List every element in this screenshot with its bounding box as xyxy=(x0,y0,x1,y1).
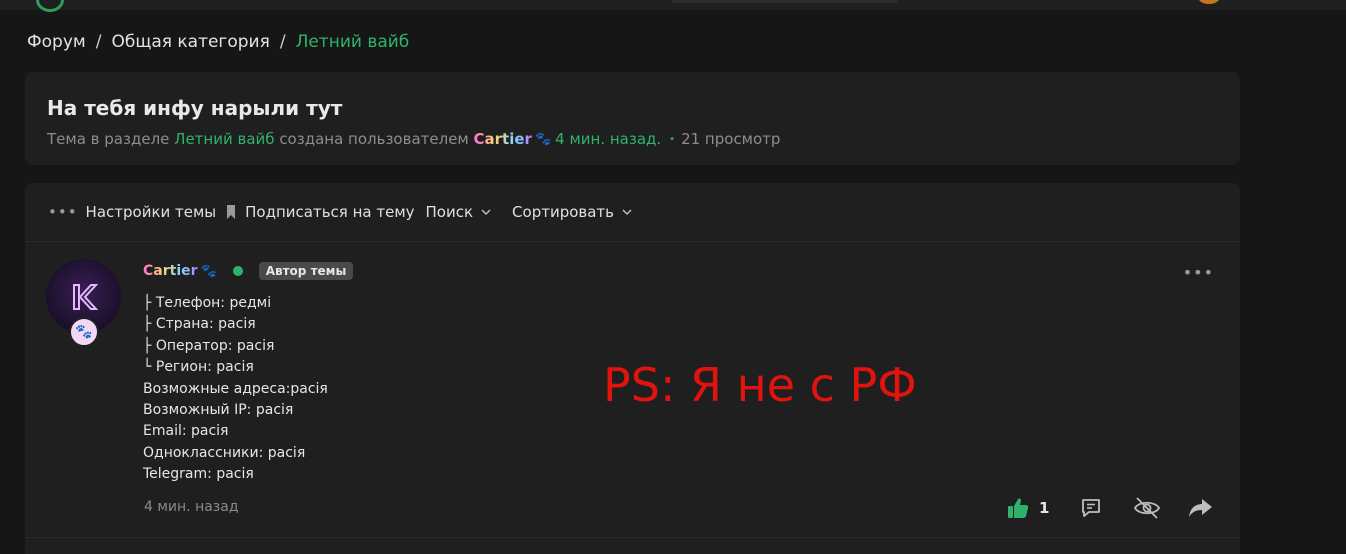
thread-header: На тебя инфу нарыли тут Тема в разделе Л… xyxy=(25,72,1240,165)
breadcrumb-separator: / xyxy=(95,32,102,52)
post-line: Возможный IP: расія xyxy=(143,402,294,419)
online-status-icon xyxy=(232,266,243,276)
more-dots-icon[interactable]: ••• xyxy=(48,203,78,221)
post-author-link[interactable]: Cartier xyxy=(143,263,198,279)
thread-meta: Тема в разделе Летний вайб создана польз… xyxy=(47,130,780,148)
comment-icon xyxy=(1082,499,1101,517)
post-line: Одноклассники: расія xyxy=(143,444,306,461)
reply-button[interactable] xyxy=(1079,496,1103,520)
post-header: Cartier 🐾 Автор темы xyxy=(143,261,354,281)
top-navigation-bar xyxy=(0,0,1346,12)
post-line: Telegram: расія xyxy=(143,466,254,483)
breadcrumb-item-forum[interactable]: Форум xyxy=(27,32,86,52)
divider xyxy=(25,537,1240,538)
post-line: ├ Страна: расія xyxy=(143,316,256,333)
paw-icon: 🐾 xyxy=(534,131,552,147)
meta-prefix: Тема в разделе xyxy=(47,130,170,148)
post-body: ├ Телефон: редмі ├ Страна: расія ├ Опера… xyxy=(143,293,328,486)
post-actions: 1 xyxy=(1007,495,1213,521)
sort-dropdown-label: Сортировать xyxy=(512,203,615,221)
breadcrumb-item-general-category[interactable]: Общая категория xyxy=(111,32,269,52)
like-count: 1 xyxy=(1039,499,1050,517)
thread-toolbar: ••• Настройки темы Подписаться на тему П… xyxy=(25,183,1240,242)
share-arrow-icon xyxy=(1189,499,1213,517)
paw-icon: 🐾 xyxy=(200,263,217,279)
dot-separator: • xyxy=(669,133,676,145)
post-line: Email: расія xyxy=(143,423,229,440)
thumbs-up-icon xyxy=(1008,498,1029,518)
thread-author-link[interactable]: Cartier xyxy=(474,130,532,148)
post-line: Возможные адреса:расія xyxy=(143,380,328,397)
k-logo-icon xyxy=(72,283,98,310)
author-badge: Автор темы xyxy=(258,262,354,280)
breadcrumb-separator: / xyxy=(279,32,286,52)
post-line: └ Регион: расія xyxy=(143,359,254,376)
meta-section-link[interactable]: Летний вайб xyxy=(174,130,274,148)
breadcrumb-item-current[interactable]: Летний вайб xyxy=(296,32,410,52)
search-dropdown[interactable]: Поиск xyxy=(426,203,492,221)
thread-views: 21 просмотр xyxy=(681,130,781,148)
search-dropdown-label: Поиск xyxy=(425,203,474,221)
chevron-down-icon xyxy=(481,209,491,216)
thread-time-link[interactable]: 4 мин. назад. xyxy=(555,130,661,148)
site-logo[interactable] xyxy=(36,0,64,12)
eye-off-icon xyxy=(1134,497,1161,519)
sort-dropdown[interactable]: Сортировать xyxy=(512,203,632,221)
subscribe-button[interactable]: Подписаться на тему xyxy=(245,203,414,221)
post-timestamp[interactable]: 4 мин. назад xyxy=(144,499,239,515)
overlay-annotation: PS: Я не с РФ xyxy=(603,358,917,412)
post-card: ••• Настройки темы Подписаться на тему П… xyxy=(25,183,1240,554)
meta-created-by: создана пользователем xyxy=(279,130,469,148)
thread-settings-button[interactable]: Настройки темы xyxy=(86,203,217,221)
post-line: ├ Оператор: расія xyxy=(143,337,275,354)
share-button[interactable] xyxy=(1187,496,1213,520)
like-button[interactable]: 1 xyxy=(1007,497,1049,519)
hide-button[interactable] xyxy=(1133,496,1161,520)
paw-icon: 🐾 xyxy=(69,317,99,347)
chevron-down-icon xyxy=(622,209,632,216)
post-line: ├ Телефон: редмі xyxy=(143,295,272,311)
search-bar[interactable] xyxy=(672,0,898,3)
breadcrumb: Форум / Общая категория / Летний вайб xyxy=(27,30,409,54)
user-avatar[interactable] xyxy=(1198,0,1220,4)
post-more-icon[interactable]: ••• xyxy=(1183,263,1214,282)
bookmark-icon xyxy=(227,205,236,219)
thread-title: На тебя инфу нарыли тут xyxy=(47,96,343,120)
